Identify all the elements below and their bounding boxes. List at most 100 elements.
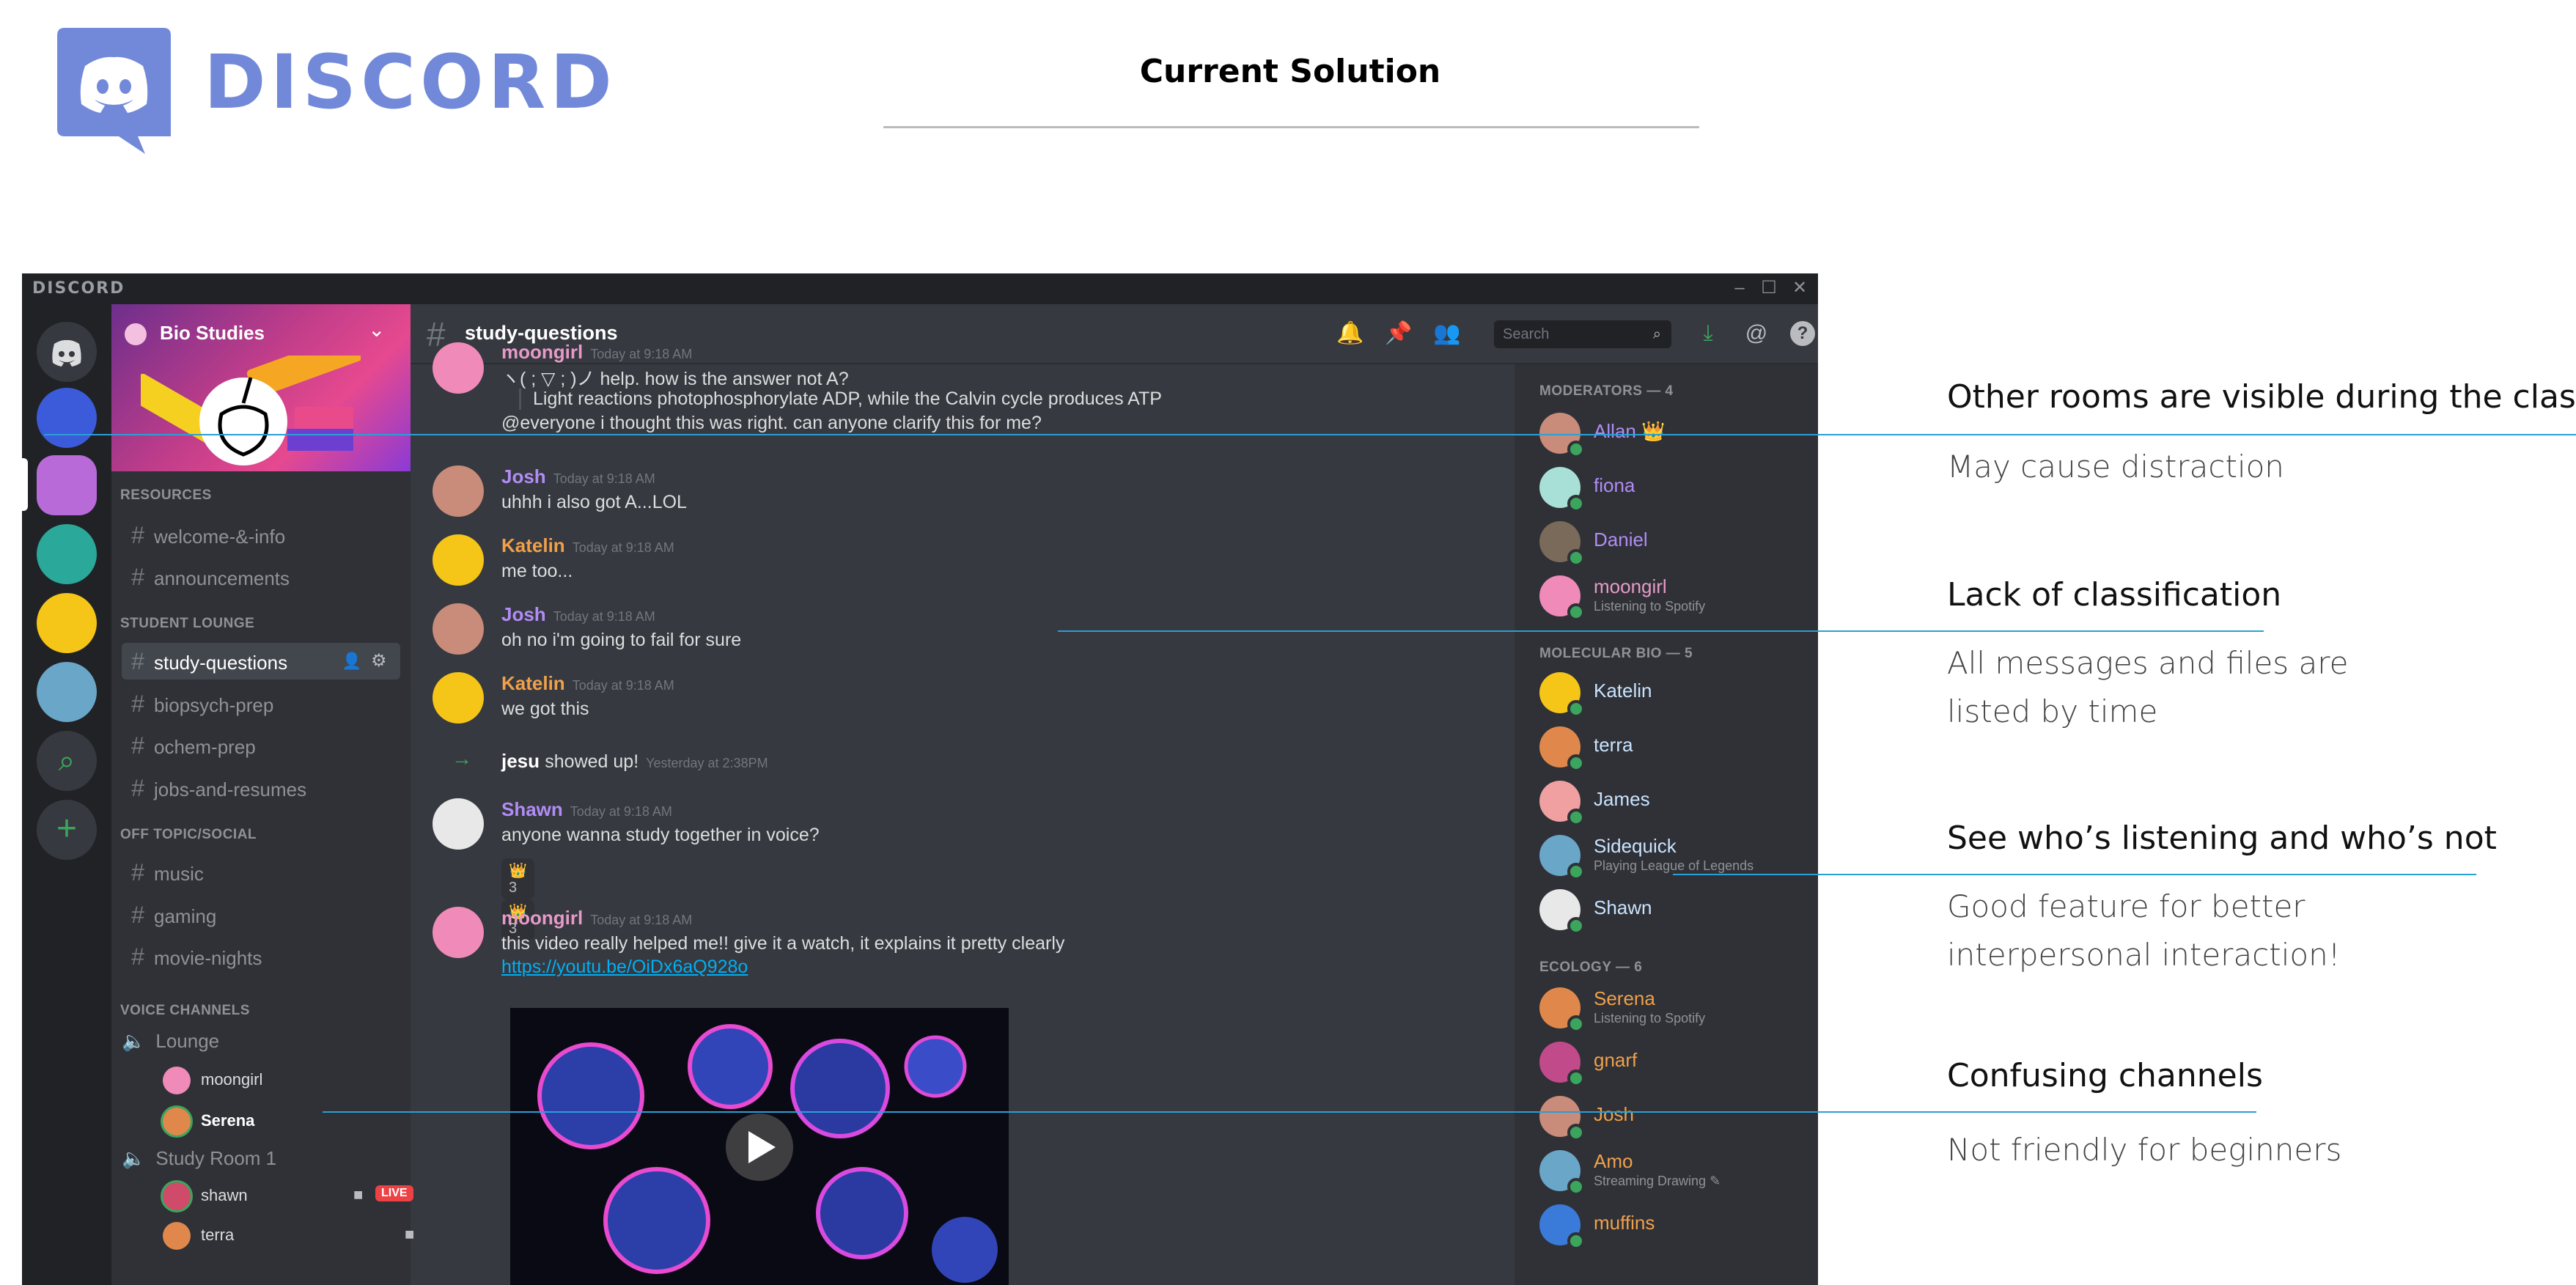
member-name: Sidequick [1594,835,1677,857]
member-name: Josh [1594,1103,1634,1125]
member-name: muffins [1594,1212,1655,1234]
video-link[interactable]: https://youtu.be/OiDx6aQ928o [501,957,748,978]
online-status-icon [1567,863,1585,880]
avatar[interactable] [433,798,484,850]
member-name: James [1594,788,1650,810]
annotation-subtext: All messages and files are listed by tim… [1947,645,2349,729]
channel-welcome-info[interactable]: # welcome-&-info [122,517,400,553]
gear-icon[interactable]: ⚙ [371,643,387,680]
download-icon[interactable]: ⤓ [1693,319,1723,348]
member-activity: Playing League of Legends [1594,858,1754,873]
message-author[interactable]: Shawn [501,798,563,820]
avatar [163,1182,191,1210]
hashtag-icon: # [131,522,144,548]
message-author[interactable]: Josh [501,603,546,625]
close-button[interactable]: ✕ [1790,278,1809,298]
server-cactus-icon[interactable] [37,593,97,653]
message-author[interactable]: Josh [501,465,546,487]
message-timestamp: Today at 9:18 AM [572,540,674,555]
message-body: @everyone i thought this was right. can … [501,413,1042,433]
channel-jobs-and-resumes[interactable]: # jobs-and-resumes [122,770,400,806]
message-timestamp: Today at 9:18 AM [553,471,655,486]
channel-study-questions[interactable]: # study-questions 👤 ⚙ [122,643,400,680]
hashtag-icon: # [131,859,144,885]
camera-icon: ■ [405,1225,415,1243]
guild-banner[interactable]: Bio Studies ⌄ [111,304,411,471]
reaction-button[interactable]: 👑 3 [501,858,534,899]
discord-home-icon [52,339,81,367]
chevron-down-icon[interactable]: ⌄ [368,317,385,342]
voice-user[interactable]: Serena [163,1108,254,1135]
channel-ochem-prep[interactable]: # ochem-prep [122,727,400,764]
voice-channel-lounge[interactable]: 🔈 Lounge [122,1030,219,1053]
callout-line-rooms [44,434,2576,435]
home-button[interactable] [37,322,97,382]
channel-movie-nights[interactable]: # movie-nights [122,938,400,975]
message-author[interactable]: Katelin [501,672,565,694]
video-embed[interactable] [510,1008,1009,1285]
member-list-icon[interactable]: 👥 [1432,319,1462,348]
slide-title: Current Solution [1139,53,1441,90]
channel-announcements[interactable]: # announcements [122,559,400,595]
voice-user[interactable]: terra ■ [163,1222,414,1250]
avatar[interactable] [433,534,484,586]
avatar [163,1108,191,1135]
minimize-button[interactable]: – [1730,278,1749,298]
explore-servers-icon[interactable]: ⌕ [37,731,97,791]
category-off-topic[interactable]: OFF TOPIC/SOCIAL [120,827,257,843]
member-list: MODERATORS — 4 Allan 👑 fiona Daniel moon… [1515,364,1818,1285]
member-name: fiona [1594,474,1635,496]
server-art-icon[interactable] [37,524,97,584]
channel-biopsych-prep[interactable]: # biopsych-prep [122,685,400,722]
category-resources[interactable]: RESOURCES [120,487,212,504]
avatar[interactable] [433,465,484,517]
server-sailboat-icon[interactable] [37,388,97,448]
mention-icon[interactable]: @ [1742,319,1771,348]
voice-user[interactable]: moongirl [163,1067,262,1094]
avatar[interactable] [433,907,484,958]
hashtag-icon: # [131,564,144,590]
online-status-icon [1567,603,1585,621]
discord-app-window: DISCORD – ☐ ✕ ⌕ + Bio Studies ⌄ RESOURCE… [22,273,1818,1285]
channel-gaming[interactable]: # gaming [122,896,400,933]
pin-icon[interactable]: 📌 [1384,319,1413,348]
add-server-icon[interactable]: + [37,800,97,860]
message-author[interactable]: moongirl [501,907,583,929]
category-student-lounge[interactable]: STUDENT LOUNGE [120,616,254,632]
online-status-icon [1567,809,1585,826]
message-author[interactable]: moongirl [501,341,583,363]
hashtag-icon: # [131,691,144,717]
voice-channel-study-room[interactable]: 🔈 Study Room 1 [122,1147,276,1170]
message-body: oh no i'm going to fail for sure [501,630,742,650]
message-body: uhhh i also got A...LOL [501,492,687,512]
guild-icon [125,323,147,345]
avatar [163,1222,191,1250]
bell-icon[interactable]: 🔔 [1336,319,1365,348]
voice-user[interactable]: shawn ■ LIVE [163,1182,413,1210]
channel-music[interactable]: # music [122,854,400,891]
message-author[interactable]: Katelin [501,534,565,556]
invite-icon[interactable]: 👤 [342,643,361,680]
message-author[interactable]: jesu [501,750,540,772]
member-name: terra [1594,734,1633,756]
message-timestamp: Today at 9:18 AM [553,609,655,624]
message-body: me too... [501,561,573,581]
maximize-button[interactable]: ☐ [1759,278,1778,298]
camera-icon: ■ [353,1185,364,1204]
help-icon[interactable]: ? [1790,321,1815,346]
search-input[interactable]: Search ⌕ [1494,320,1671,348]
online-status-icon [1567,1232,1585,1250]
avatar[interactable] [433,603,484,655]
online-status-icon [1567,495,1585,512]
avatar[interactable] [433,672,484,723]
message-timestamp: Today at 9:18 AM [590,913,693,927]
server-rail: ⌕ + [22,304,111,1285]
category-voice-channels[interactable]: VOICE CHANNELS [120,1003,250,1019]
member-activity: Listening to Spotify [1594,1011,1706,1026]
hashtag-icon: # [131,943,144,970]
server-creature-icon[interactable] [37,662,97,722]
avatar[interactable] [433,342,484,394]
discord-wordmark: DISCORD [204,39,617,126]
message-timestamp: Today at 9:18 AM [590,347,693,361]
server-bio-studies-icon[interactable] [37,455,97,515]
